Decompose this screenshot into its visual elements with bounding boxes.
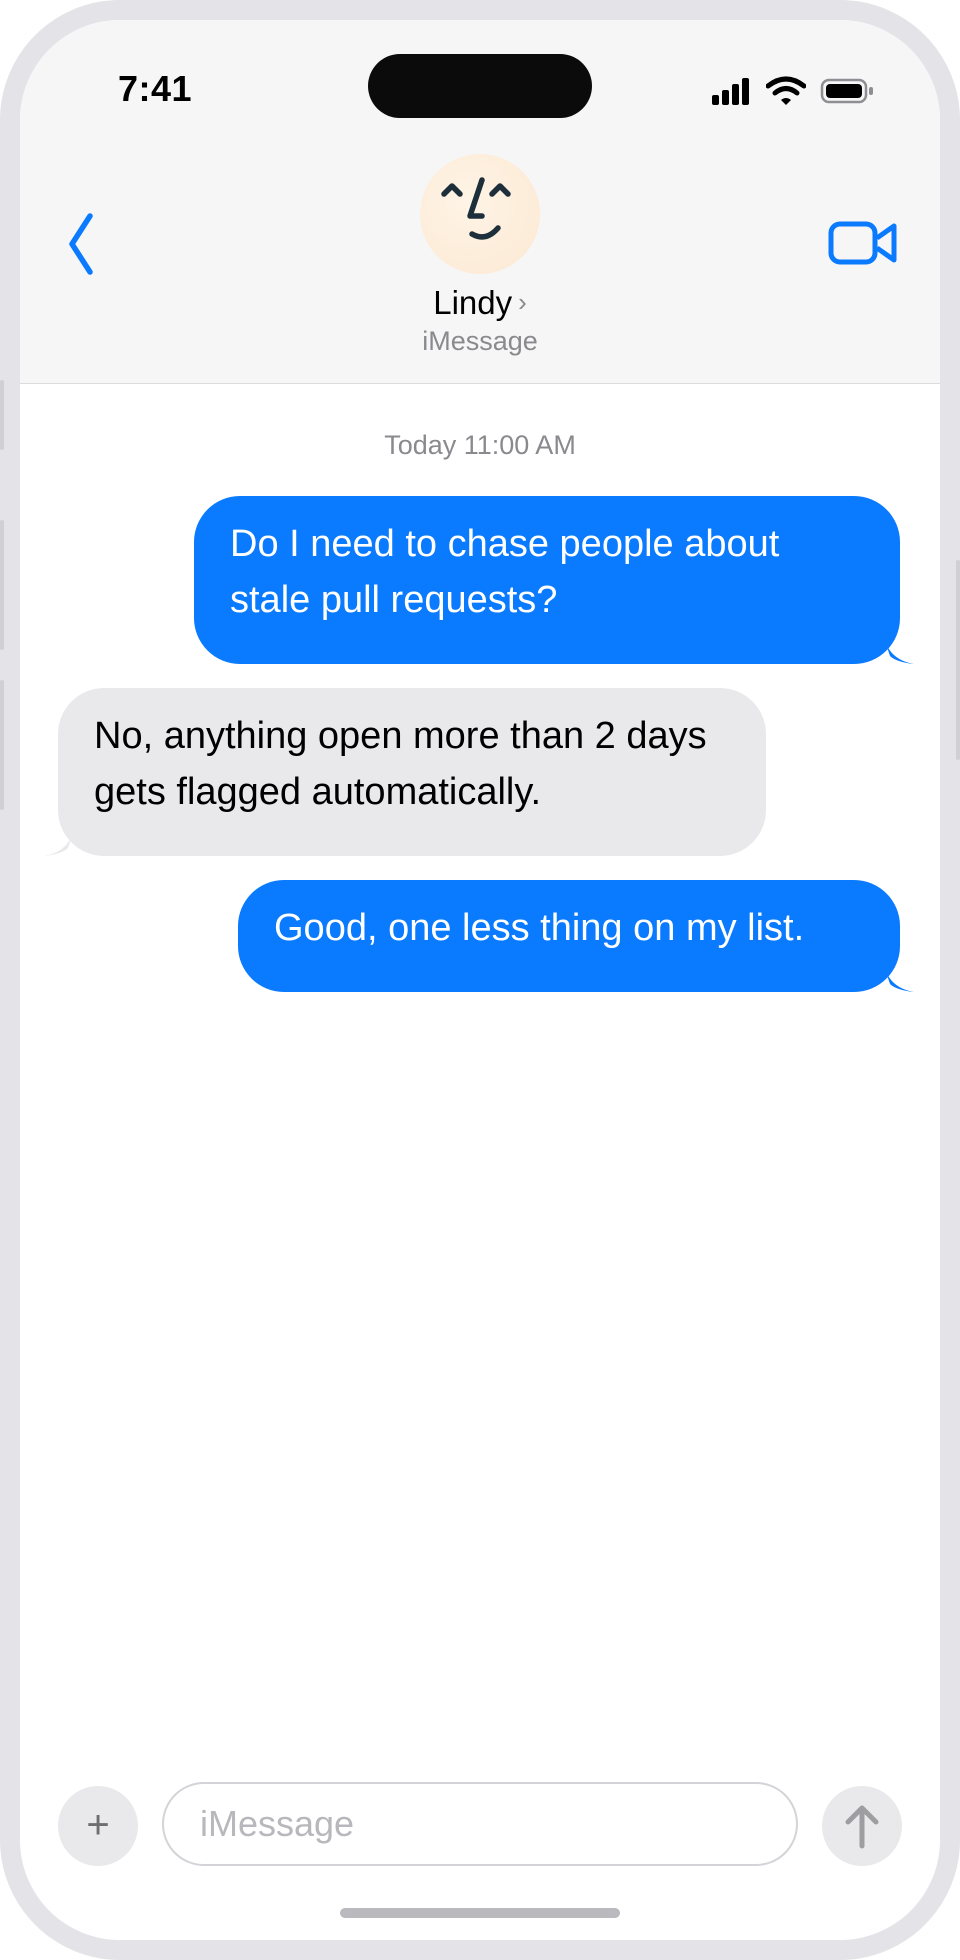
conversation-header: 7:41 Lindy › iMessage [20, 20, 940, 384]
message-text: Do I need to chase people about stale pu… [230, 523, 780, 621]
status-time: 7:41 [118, 68, 193, 109]
action-button [0, 380, 4, 450]
chevron-left-icon [69, 213, 93, 275]
back-button[interactable] [56, 206, 116, 282]
volume-down-button [0, 680, 4, 810]
battery-icon [820, 78, 873, 104]
add-attachment-button[interactable]: + [58, 1786, 138, 1866]
face-logo-icon [441, 177, 511, 240]
service-label: iMessage [422, 326, 538, 356]
video-camera-icon [828, 221, 897, 265]
incoming-message-bubble[interactable]: No, anything open more than 2 days gets … [44, 688, 766, 856]
phone-frame: 7:41 Lindy › iMessage Today 11:00 AM Do … [0, 0, 960, 1960]
send-button[interactable] [822, 1786, 902, 1866]
message-text: No, anything open more than 2 days gets … [94, 715, 707, 813]
power-button [956, 560, 960, 760]
contact-avatar[interactable] [420, 154, 540, 274]
contact-name[interactable]: Lindy › [20, 284, 940, 322]
conversation-timestamp: Today 11:00 AM [384, 430, 576, 460]
contact-name-text: Lindy [433, 284, 513, 321]
volume-up-button [0, 520, 4, 650]
outgoing-message-bubble[interactable]: Do I need to chase people about stale pu… [194, 496, 914, 664]
message-text: Good, one less thing on my list. [274, 907, 805, 949]
home-indicator[interactable] [340, 1908, 620, 1918]
outgoing-message-bubble[interactable]: Good, one less thing on my list. [238, 880, 914, 992]
signal-icon [712, 78, 749, 105]
chevron-right-icon: › [518, 287, 527, 317]
bubble-tail [884, 966, 914, 992]
arrow-up-icon [845, 1805, 879, 1849]
message-input[interactable] [162, 1782, 798, 1866]
screen: 7:41 Lindy › iMessage Today 11:00 AM Do … [20, 20, 940, 1940]
facetime-video-button[interactable] [828, 216, 898, 272]
bubble-tail [884, 638, 914, 664]
bubble-tail [44, 830, 74, 856]
dynamic-island [368, 54, 592, 118]
wifi-icon [766, 76, 806, 105]
